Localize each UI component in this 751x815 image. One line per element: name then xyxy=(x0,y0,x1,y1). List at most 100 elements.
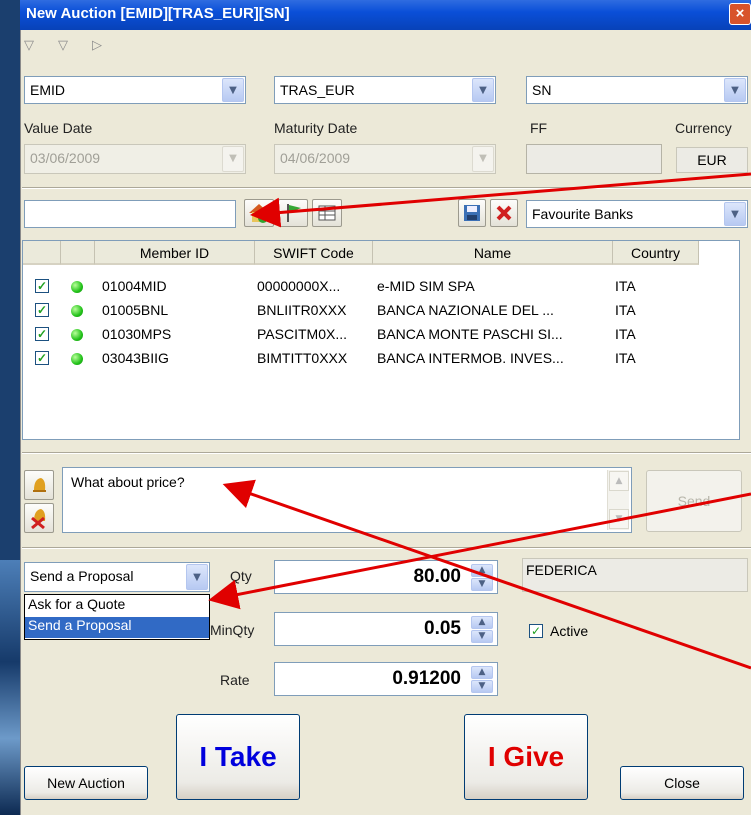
value-date-picker[interactable]: 03/06/2009 ▼ xyxy=(24,144,246,174)
trader-value: FEDERICA xyxy=(526,562,597,578)
save-list-button[interactable] xyxy=(458,199,486,227)
member-id-cell: 01030MPS xyxy=(102,326,172,342)
name-cell: e-MID SIM SPA xyxy=(377,278,475,294)
maturity-date-label: Maturity Date xyxy=(274,120,358,136)
chevron-down-icon[interactable]: ▼ xyxy=(186,564,208,590)
column-name[interactable]: Name xyxy=(373,241,613,265)
country-cell: ITA xyxy=(615,278,636,294)
trader-field: FEDERICA xyxy=(522,558,748,592)
online-status-icon xyxy=(71,305,83,317)
chevron-down-icon[interactable]: ▼ xyxy=(222,146,244,172)
table-row[interactable]: ✓ 01030MPS PASCITM0X... BANCA MONTE PASC… xyxy=(23,325,739,348)
online-status-icon xyxy=(71,329,83,341)
qty-label: Qty xyxy=(230,568,252,584)
row-checkbox[interactable]: ✓ xyxy=(35,279,49,293)
floppy-disk-icon xyxy=(464,205,480,221)
increment-icon[interactable]: ▲ xyxy=(471,666,493,679)
chat-message-text: What about price? xyxy=(71,474,185,490)
market-select[interactable]: EMID ▼ xyxy=(24,76,246,104)
maturity-date-picker[interactable]: 04/06/2009 ▼ xyxy=(274,144,496,174)
member-id-cell: 01005BNL xyxy=(102,302,169,318)
bank-list-value: Favourite Banks xyxy=(532,206,634,222)
bank-list-select[interactable]: Favourite Banks ▼ xyxy=(526,200,748,228)
chevron-down-icon[interactable]: ▼ xyxy=(472,78,494,102)
qty-input[interactable]: 80.00 ▲ ▼ xyxy=(274,560,498,594)
bank-list-button[interactable] xyxy=(312,199,342,227)
scroll-down-icon[interactable]: ▼ xyxy=(609,509,629,529)
chat-message-input[interactable]: What about price? ▲ ▼ xyxy=(62,467,632,533)
decrement-icon[interactable]: ▼ xyxy=(471,578,493,591)
delete-icon xyxy=(496,205,512,221)
chevron-down-icon[interactable]: ▼ xyxy=(472,146,494,172)
new-auction-button[interactable]: New Auction xyxy=(24,766,148,800)
table-row[interactable]: ✓ 01005BNL BNLIITR0XXX BANCA NAZIONALE D… xyxy=(23,301,739,324)
value-date-value: 03/06/2009 xyxy=(30,150,101,166)
collapse-icon[interactable]: ▽ xyxy=(24,38,34,53)
rate-label: Rate xyxy=(220,672,250,688)
delete-list-button[interactable] xyxy=(490,199,518,227)
decrement-icon[interactable]: ▼ xyxy=(471,630,493,643)
rate-input[interactable]: 0.91200 ▲ ▼ xyxy=(274,662,498,696)
table-row[interactable]: ✓ 03043BIIG BIMTITT0XXX BANCA INTERMOB. … xyxy=(23,349,739,372)
chevron-down-icon[interactable]: ▼ xyxy=(724,202,746,226)
increment-icon[interactable]: ▲ xyxy=(471,616,493,629)
online-status-icon xyxy=(71,281,83,293)
bank-search-input[interactable] xyxy=(24,200,236,228)
scroll-up-icon[interactable]: ▲ xyxy=(609,471,629,491)
column-member-id[interactable]: Member ID xyxy=(95,241,255,265)
flag-bank-button[interactable] xyxy=(278,199,308,227)
chat-scrollbar[interactable]: ▲ ▼ xyxy=(607,470,629,530)
column-country[interactable]: Country xyxy=(613,241,699,265)
option-ask-quote[interactable]: Ask for a Quote xyxy=(25,596,209,617)
row-checkbox[interactable]: ✓ xyxy=(35,303,49,317)
increment-icon[interactable]: ▲ xyxy=(471,564,493,577)
option-send-proposal[interactable]: Send a Proposal xyxy=(25,617,209,638)
collapse-icon[interactable]: ▽ xyxy=(58,38,68,53)
maturity-date-value: 04/06/2009 xyxy=(280,150,351,166)
mute-bell-button[interactable] xyxy=(24,503,54,533)
send-button[interactable]: Send xyxy=(646,470,742,532)
tenor-select[interactable]: SN ▼ xyxy=(526,76,748,104)
home-icon xyxy=(249,204,269,223)
give-button[interactable]: I Give xyxy=(464,714,588,800)
add-bank-button[interactable] xyxy=(244,199,274,227)
close-button[interactable]: Close xyxy=(620,766,744,800)
divider xyxy=(22,187,751,189)
expand-icon[interactable]: ▷ xyxy=(92,38,102,53)
ff-field[interactable] xyxy=(526,144,662,174)
active-checkbox[interactable]: ✓ xyxy=(529,624,543,638)
close-window-icon[interactable]: × xyxy=(729,3,751,25)
column-select[interactable] xyxy=(23,241,61,265)
title-bar[interactable]: New Auction [EMID][TRAS_EUR][SN] × xyxy=(20,0,751,30)
order-mode-dropdown: Ask for a Quote Send a Proposal xyxy=(24,594,210,640)
order-mode-select[interactable]: Send a Proposal ▼ xyxy=(24,562,210,592)
country-cell: ITA xyxy=(615,350,636,366)
online-status-icon xyxy=(71,353,83,365)
flag-icon xyxy=(287,204,301,222)
qty-value: 80.00 xyxy=(413,566,461,587)
row-checkbox[interactable]: ✓ xyxy=(35,327,49,341)
swift-cell: BNLIITR0XXX xyxy=(257,302,347,318)
country-cell: ITA xyxy=(615,326,636,342)
chevron-down-icon[interactable]: ▼ xyxy=(724,78,746,102)
active-label: Active xyxy=(550,623,589,639)
bell-off-icon xyxy=(31,509,46,530)
order-mode-value: Send a Proposal xyxy=(30,568,134,584)
column-status[interactable] xyxy=(61,241,95,265)
minqty-value: 0.05 xyxy=(424,618,461,639)
row-checkbox[interactable]: ✓ xyxy=(35,351,49,365)
ff-label: FF xyxy=(530,120,548,136)
decrement-icon[interactable]: ▼ xyxy=(471,680,493,693)
take-button[interactable]: I Take xyxy=(176,714,300,800)
instrument-select[interactable]: TRAS_EUR ▼ xyxy=(274,76,496,104)
currency-field: EUR xyxy=(676,147,748,173)
table-row[interactable]: ✓ 01004MID 00000000X... e-MID SIM SPA IT… xyxy=(23,277,739,300)
minqty-label: MinQty xyxy=(210,622,255,638)
bell-button[interactable] xyxy=(24,470,54,500)
name-cell: BANCA INTERMOB. INVES... xyxy=(377,350,564,366)
minqty-input[interactable]: 0.05 ▲ ▼ xyxy=(274,612,498,646)
chevron-down-icon[interactable]: ▼ xyxy=(222,78,244,102)
swift-cell: BIMTITT0XXX xyxy=(257,350,348,366)
column-swift-code[interactable]: SWIFT Code xyxy=(255,241,373,265)
grid-list-icon xyxy=(318,205,336,221)
